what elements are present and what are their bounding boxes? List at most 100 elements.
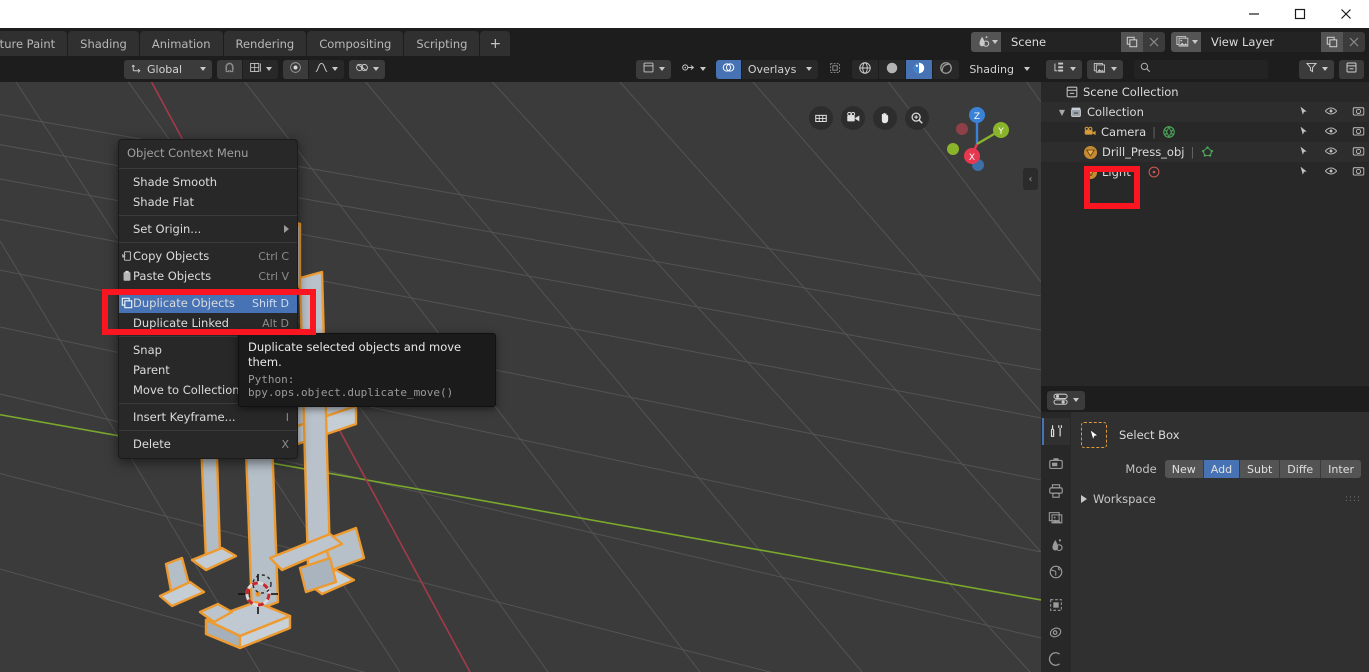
scene-browse-button[interactable]: [971, 32, 1001, 52]
view-layer-browse-button[interactable]: [1171, 32, 1201, 52]
outliner-search-input[interactable]: [1134, 60, 1268, 79]
view-layer-clear-icon[interactable]: [1343, 32, 1365, 52]
outliner-row-drill-press-obj[interactable]: Drill_Press_obj |: [1041, 142, 1369, 162]
outliner-display-mode-dropdown[interactable]: [1046, 60, 1082, 79]
minimize-icon[interactable]: [1231, 0, 1277, 28]
workspace-panel-header[interactable]: Workspace ::::: [1081, 492, 1361, 506]
workspace-tabs: exture Paint Shading Animation Rendering…: [0, 28, 511, 56]
object-types-visibility-dropdown[interactable]: [636, 60, 671, 79]
transform-orientation-dropdown[interactable]: Global: [124, 60, 212, 79]
scene-clear-icon[interactable]: [1143, 32, 1165, 52]
outliner-row-collection[interactable]: ▼ Collection: [1041, 102, 1369, 122]
shading-popover-dropdown[interactable]: Shading: [964, 60, 1035, 79]
gizmo-dropdown[interactable]: [676, 60, 711, 79]
properties-tab-world[interactable]: [1042, 558, 1070, 585]
outliner-filter-dropdown[interactable]: [1299, 60, 1334, 79]
scene-name-field[interactable]: Scene: [1001, 32, 1121, 52]
menu-item-duplicate-objects[interactable]: Duplicate Objects Shift D: [119, 293, 297, 313]
properties-tab-output[interactable]: [1042, 478, 1070, 505]
panel-drag-grip[interactable]: ::::: [1345, 494, 1361, 504]
menu-item-paste-objects[interactable]: Paste Objects Ctrl V: [119, 266, 297, 286]
workspace-tab-texture-paint[interactable]: exture Paint: [0, 31, 67, 56]
mode-option-intersect[interactable]: Inter: [1321, 460, 1361, 478]
maximize-icon[interactable]: [1277, 0, 1323, 28]
workspace-tab-rendering[interactable]: Rendering: [224, 31, 307, 56]
eye-icon[interactable]: [1324, 105, 1338, 120]
workspace-tab-animation[interactable]: Animation: [140, 31, 223, 56]
select-icon[interactable]: [1298, 165, 1310, 180]
hand-icon[interactable]: [873, 106, 897, 130]
shading-solid-button[interactable]: [879, 60, 905, 79]
outliner-new-collection-button[interactable]: [1339, 60, 1364, 79]
overlays-toggle-button[interactable]: [716, 60, 741, 79]
snap-target-dropdown[interactable]: [243, 60, 278, 79]
falloff-type-dropdown[interactable]: [309, 60, 344, 79]
view-axis-gizmo[interactable]: Z Y X: [941, 102, 1011, 172]
snap-toggle-button[interactable]: [217, 60, 242, 79]
add-workspace-button[interactable]: +: [480, 31, 510, 56]
topbar-datablock-area: Scene: [971, 28, 1369, 56]
eye-icon[interactable]: [1324, 145, 1338, 160]
zoom-icon[interactable]: [905, 106, 929, 130]
view-layer-name-field[interactable]: View Layer: [1201, 32, 1321, 52]
properties-editor-type-dropdown[interactable]: [1047, 391, 1085, 410]
properties-tab-object[interactable]: [1042, 591, 1070, 618]
shading-material-preview-button[interactable]: [906, 60, 932, 79]
menu-item-shade-flat[interactable]: Shade Flat: [119, 192, 297, 212]
select-icon[interactable]: [1298, 105, 1310, 120]
proportional-edit-toggle[interactable]: [283, 60, 308, 79]
mode-option-difference[interactable]: Diffe: [1280, 460, 1321, 478]
properties-tab-view-layer[interactable]: [1042, 505, 1070, 532]
mode-option-subtract[interactable]: Subt: [1240, 460, 1280, 478]
select-icon[interactable]: [1298, 125, 1310, 140]
eye-icon[interactable]: [1324, 165, 1338, 180]
grid-icon[interactable]: [809, 106, 833, 130]
gizmo-neg-z: [956, 123, 968, 135]
camera-icon[interactable]: [1352, 125, 1365, 140]
select-box-icon[interactable]: [1081, 422, 1107, 448]
menu-item-delete[interactable]: Delete X: [119, 434, 297, 454]
close-icon[interactable]: [1323, 0, 1369, 28]
camera-icon[interactable]: [1352, 145, 1365, 160]
camera-icon[interactable]: [1352, 105, 1365, 120]
view-layer-duplicate-icon[interactable]: [1321, 32, 1343, 52]
outliner-row-light[interactable]: Light |: [1041, 162, 1369, 182]
outliner-row-camera[interactable]: Camera |: [1041, 122, 1369, 142]
select-icon[interactable]: [1298, 145, 1310, 160]
scene-duplicate-icon[interactable]: [1121, 32, 1143, 52]
eye-icon[interactable]: [1324, 125, 1338, 140]
mode-option-new[interactable]: New: [1165, 460, 1204, 478]
workspace-tab-shading[interactable]: Shading: [68, 31, 139, 56]
properties-editor[interactable]: Select Box Mode New Add Subt Diffe Inter…: [1041, 388, 1369, 672]
menu-item-label: Delete: [133, 437, 281, 451]
chevron-down-icon[interactable]: ▼: [1055, 108, 1069, 117]
outliner-filter-id-dropdown[interactable]: [1087, 60, 1123, 79]
object-context-menu[interactable]: Object Context Menu Shade Smooth Shade F…: [118, 139, 298, 459]
xray-toggle-button[interactable]: [823, 60, 847, 79]
properties-tab-modifiers[interactable]: [1042, 618, 1070, 645]
properties-tab-tool[interactable]: [1042, 418, 1070, 445]
proportional-connected-dropdown[interactable]: [349, 60, 385, 79]
properties-tab-render[interactable]: [1042, 451, 1070, 478]
camera-icon[interactable]: [841, 106, 865, 130]
menu-item-insert-keyframe[interactable]: Insert Keyframe... I: [119, 407, 297, 427]
menu-item-set-origin[interactable]: Set Origin...: [119, 219, 297, 239]
workspace-tab-scripting[interactable]: Scripting: [404, 31, 479, 56]
mode-option-add[interactable]: Add: [1204, 460, 1240, 478]
shading-rendered-button[interactable]: [933, 60, 959, 79]
shading-wireframe-button[interactable]: [852, 60, 878, 79]
properties-tab-physics[interactable]: [1042, 645, 1070, 672]
menu-item-duplicate-linked[interactable]: Duplicate Linked Alt D: [119, 313, 297, 333]
overlays-dropdown[interactable]: Overlays: [742, 60, 819, 79]
outliner-editor[interactable]: Scene Collection ▼ Collection: [1041, 56, 1369, 386]
menu-item-copy-objects[interactable]: Copy Objects Ctrl C: [119, 246, 297, 266]
properties-tab-scene[interactable]: [1042, 532, 1070, 559]
camera-icon[interactable]: [1352, 165, 1365, 180]
outliner-row-scene-collection[interactable]: Scene Collection: [1041, 82, 1369, 102]
workspace-tab-label: Rendering: [236, 37, 295, 51]
menu-item-shade-smooth[interactable]: Shade Smooth: [119, 172, 297, 192]
workspace-tab-compositing[interactable]: Compositing: [307, 31, 403, 56]
chevron-left-icon[interactable]: ‹: [1023, 168, 1038, 190]
chevron-down-icon: [700, 67, 706, 71]
outliner-row-separator: |: [1190, 145, 1194, 159]
